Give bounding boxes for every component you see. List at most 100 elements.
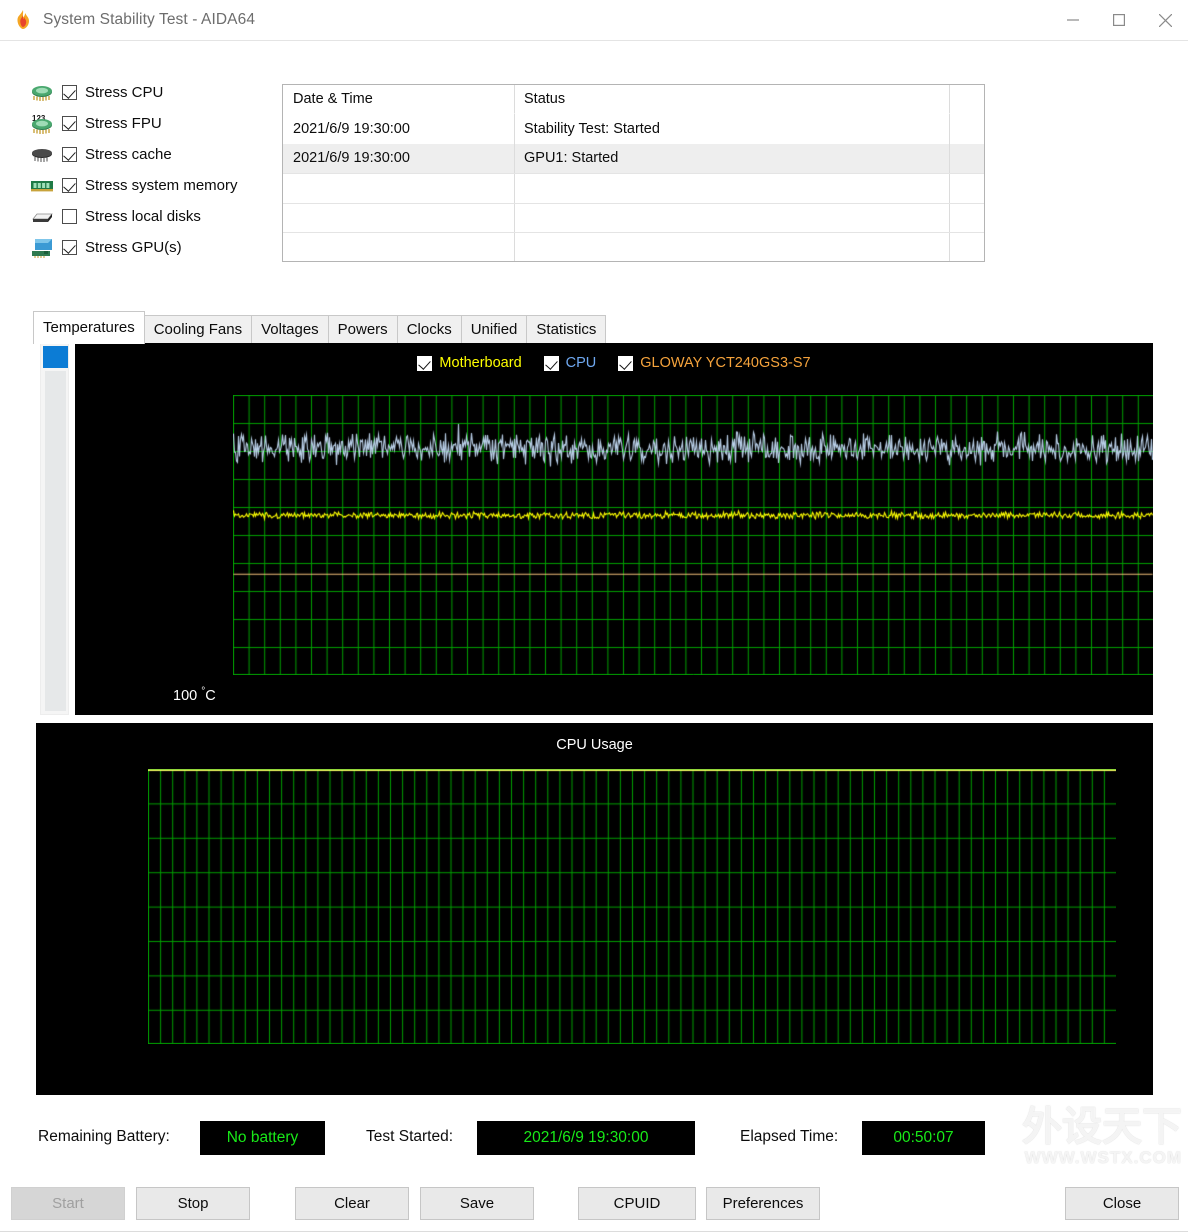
temperature-chart-scrollbar[interactable]	[40, 343, 69, 715]
stress-options-panel: Stress CPU 123 Stress FPU Stress cache S…	[28, 77, 278, 263]
chart-tabs: Temperatures Cooling Fans Voltages Powers Cl…	[33, 311, 607, 344]
stress-option-checkbox[interactable]	[62, 147, 77, 162]
scrollbar-thumb[interactable]	[43, 346, 68, 368]
save-button[interactable]: Save	[420, 1187, 534, 1220]
status-log-table[interactable]: Date & Time Status 2021/6/9 19:30:00 Stabil…	[282, 84, 985, 262]
stress-option-checkbox[interactable]	[62, 240, 77, 255]
stress-option-checkbox[interactable]	[62, 85, 77, 100]
cell-empty	[515, 232, 950, 262]
legend-label: Motherboard	[439, 355, 522, 371]
window-title: System Stability Test - AIDA64	[43, 11, 256, 28]
button-bar: Start Stop Clear Save CPUID Preferences Close	[0, 1187, 1188, 1231]
cell-datetime: 2021/6/9 19:30:00	[283, 143, 515, 174]
stop-button[interactable]: Stop	[136, 1187, 250, 1220]
stress-option-checkbox[interactable]	[62, 116, 77, 131]
stress-option-label: Stress system memory	[85, 177, 238, 194]
gpu-card-icon	[28, 237, 56, 259]
cell-empty	[515, 174, 950, 203]
cpuid-button[interactable]: CPUID	[578, 1187, 696, 1220]
stress-option-row[interactable]: 123 Stress FPU	[28, 108, 278, 139]
temp-axis-top-label: 100 °C	[173, 686, 216, 704]
temperatures-chart: Motherboard CPU GLOWAY YCT240GS3-S7 100 °C…	[75, 343, 1153, 715]
cell-empty	[515, 203, 950, 232]
temperatures-chart-legend: Motherboard CPU GLOWAY YCT240GS3-S7	[75, 355, 1153, 371]
legend-item[interactable]: Motherboard	[417, 355, 522, 371]
temperatures-plot-canvas	[233, 395, 1153, 675]
stress-option-checkbox[interactable]	[62, 178, 77, 193]
column-header-datetime[interactable]: Date & Time	[283, 85, 515, 115]
cpu-usage-plot-canvas	[148, 769, 1116, 1044]
stress-option-label: Stress cache	[85, 146, 172, 163]
scrollbar-track[interactable]	[45, 371, 66, 711]
fpu-chip-icon: 123	[28, 113, 56, 135]
stress-option-checkbox[interactable]	[62, 209, 77, 224]
stress-option-row[interactable]: Stress CPU	[28, 77, 278, 108]
minimize-button[interactable]	[1050, 0, 1096, 40]
stress-option-label: Stress CPU	[85, 84, 164, 101]
table-row-empty[interactable]	[283, 202, 984, 232]
table-row-empty[interactable]	[283, 231, 984, 262]
start-button: Start	[11, 1187, 125, 1220]
legend-checkbox[interactable]	[417, 355, 433, 371]
legend-label: GLOWAY YCT240GS3-S7	[640, 355, 811, 371]
legend-checkbox[interactable]	[618, 355, 634, 371]
cache-chip-icon	[28, 144, 56, 166]
memory-module-icon	[28, 175, 56, 197]
preferences-button[interactable]: Preferences	[706, 1187, 820, 1220]
cpu-chip-icon	[28, 82, 56, 104]
test-started-value: 2021/6/9 19:30:00	[477, 1121, 695, 1155]
cell-empty	[950, 233, 984, 261]
test-started-label: Test Started:	[366, 1128, 454, 1145]
tab-unified[interactable]: Unified	[460, 315, 528, 344]
clear-button[interactable]: Clear	[295, 1187, 409, 1220]
table-header-row: Date & Time Status	[283, 85, 984, 115]
close-button[interactable]: Close	[1065, 1187, 1179, 1220]
cell-extra	[950, 114, 984, 143]
status-bar: Remaining Battery: No battery Test Start…	[0, 1116, 1188, 1162]
close-button[interactable]	[1142, 0, 1188, 40]
tab-temperatures[interactable]: Temperatures	[33, 311, 145, 344]
cell-datetime: 2021/6/9 19:30:00	[283, 114, 515, 144]
cell-status: GPU1: Started	[515, 143, 950, 174]
legend-label: CPU	[565, 355, 597, 371]
legend-item[interactable]: CPU	[543, 355, 597, 371]
cpu-usage-title: CPU Usage	[556, 737, 633, 753]
hard-disk-icon	[28, 206, 56, 228]
legend-checkbox[interactable]	[543, 355, 559, 371]
tab-clocks[interactable]: Clocks	[396, 315, 462, 344]
stress-option-row[interactable]: Stress system memory	[28, 170, 278, 201]
tab-powers[interactable]: Powers	[327, 315, 398, 344]
elapsed-time-label: Elapsed Time:	[740, 1128, 839, 1145]
tab-statistics[interactable]: Statistics	[526, 315, 607, 344]
table-row-empty[interactable]	[283, 173, 984, 203]
column-header-extra[interactable]	[950, 85, 984, 114]
battery-value: No battery	[200, 1121, 325, 1155]
table-row[interactable]: 2021/6/9 19:30:00 GPU1: Started	[283, 143, 984, 174]
stress-option-label: Stress GPU(s)	[85, 239, 182, 256]
tab-voltages[interactable]: Voltages	[251, 315, 329, 344]
stress-option-row[interactable]: Stress local disks	[28, 201, 278, 232]
tab-cooling-fans[interactable]: Cooling Fans	[143, 315, 253, 344]
cell-empty	[950, 204, 984, 232]
title-bar: System Stability Test - AIDA64	[0, 0, 1188, 40]
stress-option-row[interactable]: Stress GPU(s)	[28, 232, 278, 263]
flame-icon	[12, 9, 34, 31]
stress-option-label: Stress local disks	[85, 208, 201, 225]
cpu-usage-chart: CPU Usage 100% 0% 100%	[36, 723, 1153, 1095]
stress-option-row[interactable]: Stress cache	[28, 139, 278, 170]
table-row[interactable]: 2021/6/9 19:30:00 Stability Test: Started	[283, 114, 984, 144]
cell-extra	[950, 144, 984, 173]
cell-status: Stability Test: Started	[515, 114, 950, 144]
cell-empty	[283, 174, 515, 203]
elapsed-time-value: 00:50:07	[862, 1121, 985, 1155]
battery-label: Remaining Battery:	[38, 1128, 170, 1145]
legend-item[interactable]: GLOWAY YCT240GS3-S7	[618, 355, 811, 371]
window-controls	[1050, 0, 1188, 40]
maximize-button[interactable]	[1096, 0, 1142, 40]
stress-option-label: Stress FPU	[85, 115, 162, 132]
cell-empty	[283, 203, 515, 232]
column-header-status[interactable]: Status	[515, 85, 950, 115]
main-content: Stress CPU 123 Stress FPU Stress cache S…	[0, 41, 1188, 1232]
cell-empty	[283, 232, 515, 262]
cell-empty	[950, 174, 984, 202]
